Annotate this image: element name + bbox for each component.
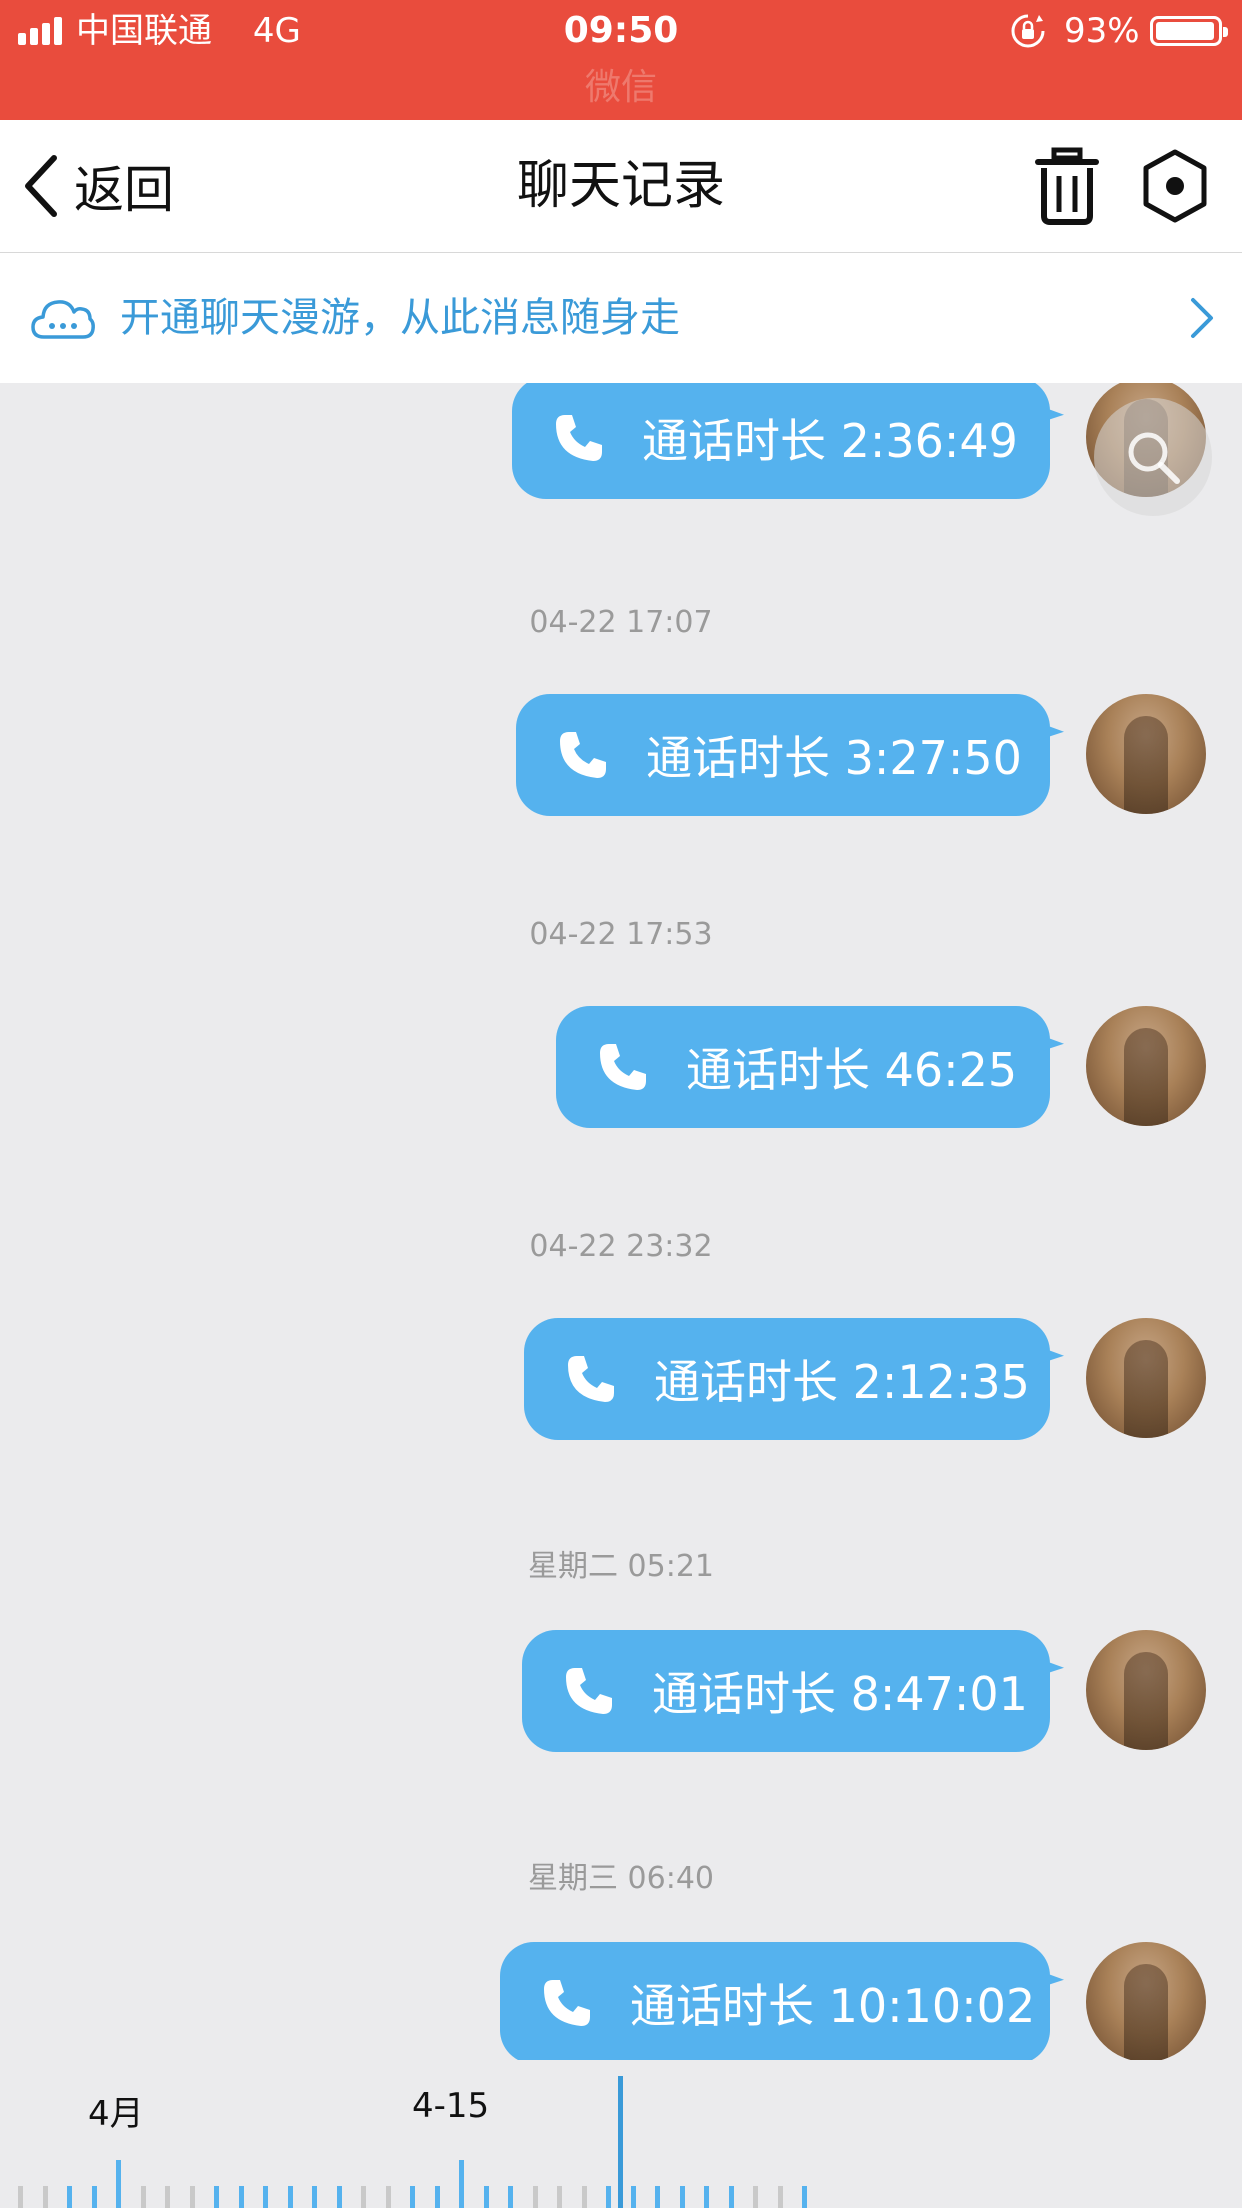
- timeline-tick: [777, 2186, 783, 2208]
- avatar[interactable]: [1086, 694, 1206, 814]
- phone-icon: [568, 1356, 614, 1402]
- status-bar: 中国联通 4G 09:50 微信 93%: [0, 0, 1242, 120]
- timeline-tick: [630, 2186, 636, 2208]
- battery-percent: 93%: [1064, 11, 1140, 51]
- cloud-icon: [31, 300, 95, 339]
- timeline-tick: [753, 2186, 758, 2208]
- call-record-bubble[interactable]: 通话时长 46:25: [556, 1006, 1050, 1128]
- call-record-bubble[interactable]: 通话时长 10:10:02: [500, 1942, 1050, 2060]
- timeline-tick: [42, 2186, 48, 2208]
- nav-bar: 返回 聊天记录: [0, 120, 1242, 253]
- timeline-tick: [483, 2186, 489, 2208]
- date-timeline[interactable]: 4月 4-15: [0, 2060, 1242, 2208]
- timeline-tick: [287, 2186, 293, 2208]
- message-timestamp: 星期三 06:40: [528, 1861, 714, 1896]
- timeline-tick: [532, 2186, 538, 2208]
- timeline-tick: [728, 2186, 734, 2208]
- message-timestamp: 04-22 23:32: [529, 1229, 713, 1264]
- timeline-tick: [165, 2186, 170, 2208]
- timeline-tick: [679, 2186, 685, 2208]
- timeline-tick: [459, 2160, 464, 2208]
- settings-hexagon-icon[interactable]: [1140, 146, 1210, 226]
- phone-icon: [556, 415, 602, 461]
- roaming-banner[interactable]: 开通聊天漫游，从此消息随身走: [0, 253, 1242, 383]
- timeline-tick: [704, 2186, 709, 2208]
- call-record-bubble[interactable]: 通话时长 2:36:49: [512, 383, 1050, 499]
- timeline-tick: [312, 2186, 317, 2208]
- call-duration: 通话时长 8:47:01: [652, 1667, 1028, 1721]
- timeline-tick: [557, 2186, 562, 2208]
- timeline-tick: [361, 2186, 366, 2208]
- timeline-tick: [116, 2160, 121, 2208]
- timeline-tick: [336, 2186, 342, 2208]
- timeline-tick: [91, 2186, 97, 2208]
- timeline-tick: [263, 2186, 268, 2208]
- phone-icon: [600, 1044, 646, 1090]
- phone-icon: [566, 1668, 612, 1714]
- phone-icon: [544, 1980, 590, 2026]
- timeline-label-date: 4-15: [412, 2086, 490, 2126]
- call-duration: 通话时长 2:12:35: [654, 1355, 1030, 1409]
- message-list[interactable]: 通话时长 2:36:49 04-22 17:07 通话时长 3:27:50 04…: [0, 383, 1242, 2060]
- timeline-tick: [802, 2186, 807, 2208]
- timeline-tick: [189, 2186, 195, 2208]
- search-float-button[interactable]: [1094, 398, 1212, 516]
- avatar[interactable]: [1086, 1630, 1206, 1750]
- avatar[interactable]: [1086, 1006, 1206, 1126]
- app-hint: 微信: [584, 67, 657, 108]
- battery-icon: [1150, 16, 1228, 46]
- chevron-right-icon: [1191, 298, 1213, 338]
- trash-icon[interactable]: [1032, 146, 1102, 226]
- timeline-cursor[interactable]: [618, 2076, 623, 2208]
- message-timestamp: 星期二 05:21: [528, 1549, 714, 1584]
- timeline-tick: [606, 2186, 611, 2208]
- timeline-tick: [410, 2186, 415, 2208]
- timeline-tick: [238, 2186, 244, 2208]
- status-time: 09:50: [563, 10, 679, 51]
- message-timestamp: 04-22 17:53: [529, 917, 713, 952]
- timeline-tick: [434, 2186, 440, 2208]
- call-duration: 通话时长 2:36:49: [642, 414, 1018, 468]
- timeline-tick: [67, 2186, 72, 2208]
- message-timestamp: 04-22 17:07: [529, 605, 713, 640]
- phone-icon: [560, 732, 606, 778]
- avatar[interactable]: [1086, 1318, 1206, 1438]
- banner-text: 开通聊天漫游，从此消息随身走: [120, 295, 680, 341]
- call-record-bubble[interactable]: 通话时长 8:47:01: [522, 1630, 1050, 1752]
- call-duration: 通话时长 10:10:02: [630, 1979, 1036, 2033]
- timeline-tick: [385, 2186, 391, 2208]
- call-duration: 通话时长 46:25: [686, 1043, 1018, 1097]
- search-icon: [1128, 432, 1180, 484]
- timeline-tick: [655, 2186, 660, 2208]
- timeline-tick: [140, 2186, 146, 2208]
- timeline-tick: [581, 2186, 587, 2208]
- call-record-bubble[interactable]: 通话时长 2:12:35: [524, 1318, 1050, 1440]
- timeline-tick: [508, 2186, 513, 2208]
- call-record-bubble[interactable]: 通话时长 3:27:50: [516, 694, 1050, 816]
- call-duration: 通话时长 3:27:50: [646, 731, 1022, 785]
- avatar[interactable]: [1086, 1942, 1206, 2060]
- timeline-tick: [214, 2186, 219, 2208]
- timeline-tick: [18, 2186, 23, 2208]
- timeline-label-month: 4月: [88, 2094, 144, 2134]
- rotation-lock-icon: [1011, 14, 1045, 48]
